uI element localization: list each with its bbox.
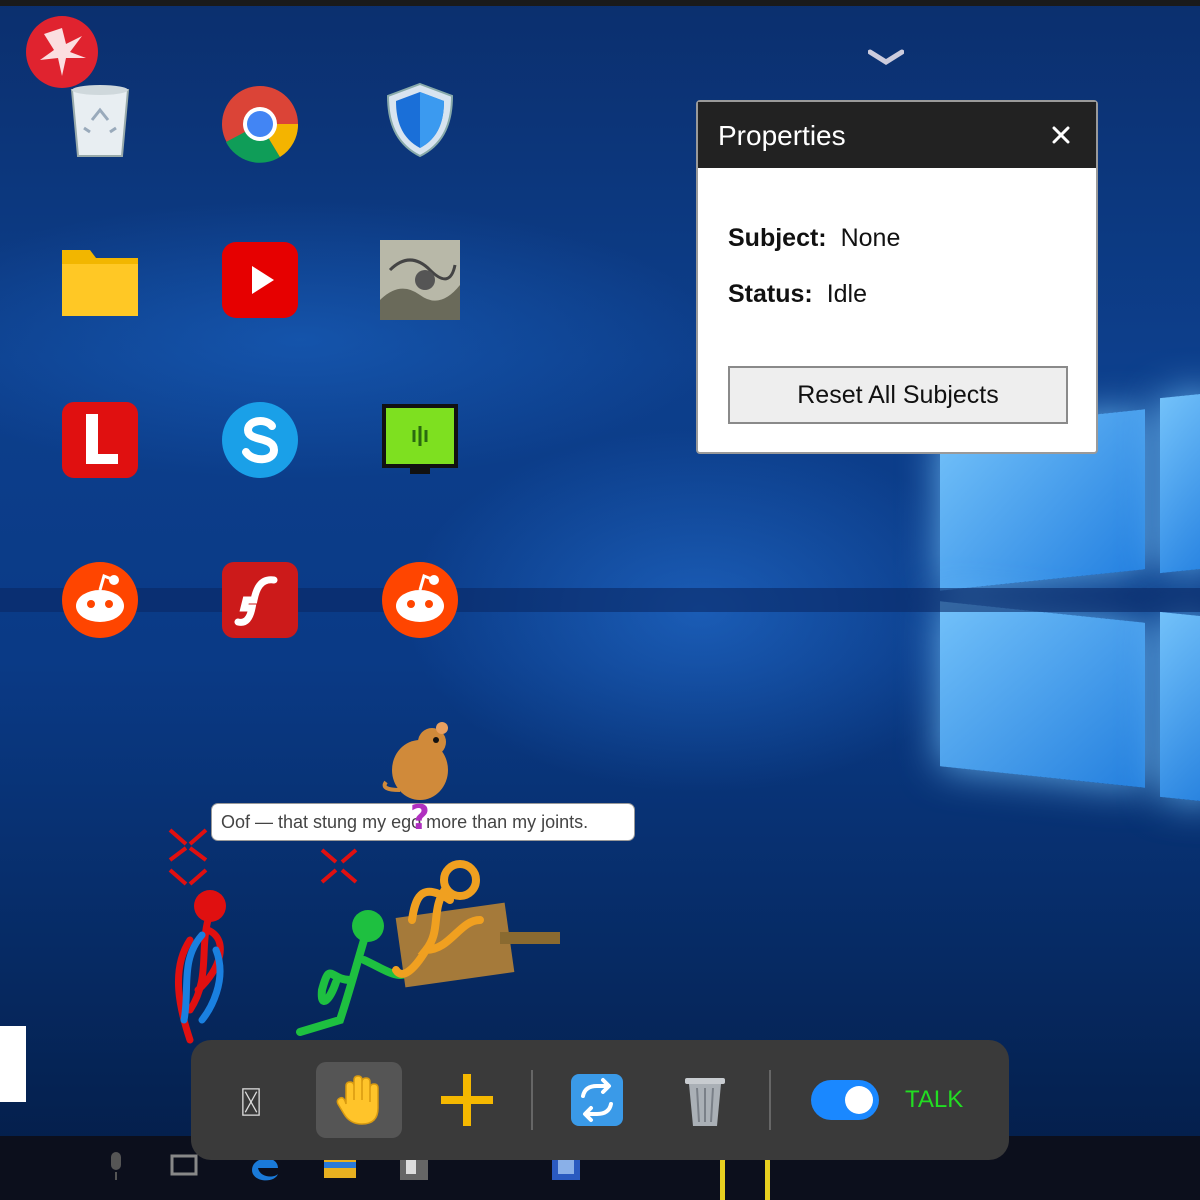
reset-button-label: Reset All Subjects bbox=[797, 380, 999, 409]
status-label: Status: bbox=[728, 280, 813, 308]
toolbar-divider bbox=[531, 1070, 533, 1130]
properties-panel: Properties Subject: None Status: Idle Re… bbox=[696, 100, 1098, 454]
add-button[interactable] bbox=[431, 1062, 503, 1138]
swap-button[interactable] bbox=[561, 1062, 633, 1138]
question-mark-icon: ? bbox=[410, 798, 430, 838]
bottom-toolbar: 〿 TALK bbox=[191, 1040, 1009, 1160]
flash-player-icon[interactable] bbox=[220, 560, 300, 640]
subject-label: Subject: bbox=[728, 224, 827, 252]
hamster-figure bbox=[382, 722, 448, 800]
delete-button[interactable] bbox=[669, 1062, 741, 1138]
desktop: Oof — that stung my ego more than my joi… bbox=[0, 0, 1200, 1200]
letter-l-app-icon[interactable] bbox=[60, 400, 140, 480]
recycle-bin-icon[interactable] bbox=[60, 80, 140, 160]
status-value: Idle bbox=[826, 280, 867, 308]
status-row: Status: Idle bbox=[728, 280, 867, 309]
photo-icon[interactable] bbox=[380, 240, 460, 320]
hand-tool-button[interactable] bbox=[316, 1062, 402, 1138]
hand-icon bbox=[336, 1075, 379, 1125]
close-button[interactable] bbox=[1044, 118, 1078, 152]
green-monitor-icon[interactable] bbox=[380, 400, 460, 480]
reset-all-subjects-button[interactable]: Reset All Subjects bbox=[728, 366, 1068, 424]
talk-label: TALK bbox=[905, 1086, 964, 1113]
windows-logo-pane bbox=[1160, 391, 1200, 574]
microphone-icon[interactable] bbox=[106, 1150, 126, 1189]
properties-header: Properties bbox=[698, 102, 1096, 168]
windows-logo-pane bbox=[1160, 611, 1200, 804]
reddit-icon[interactable] bbox=[60, 560, 140, 640]
properties-title: Properties bbox=[718, 120, 846, 151]
characters-scene bbox=[168, 722, 560, 1044]
talk-toggle[interactable] bbox=[811, 1080, 879, 1120]
toolbar-divider bbox=[769, 1070, 771, 1130]
skype-icon[interactable] bbox=[220, 400, 300, 480]
folder-icon[interactable] bbox=[60, 240, 140, 320]
logo-horizontal-beam bbox=[0, 588, 1200, 612]
red-app-badge-icon[interactable] bbox=[24, 14, 100, 90]
swap-icon bbox=[571, 1074, 623, 1126]
unknown-glyph-icon: 〿 bbox=[234, 1083, 268, 1124]
subject-row: Subject: None bbox=[728, 224, 900, 253]
toggle-knob bbox=[845, 1086, 873, 1114]
subject-value: None bbox=[840, 224, 901, 252]
close-icon bbox=[1052, 126, 1070, 144]
reddit-icon[interactable] bbox=[380, 560, 460, 640]
chevron-down-icon[interactable] bbox=[867, 48, 905, 73]
speech-bubble-text: Oof — that stung my ego more than my joi… bbox=[221, 811, 589, 832]
windows-logo-pane bbox=[940, 601, 1145, 788]
youtube-icon[interactable] bbox=[220, 240, 300, 320]
chrome-icon[interactable] bbox=[220, 84, 300, 164]
unknown-tool-button[interactable]: 〿 bbox=[227, 1062, 275, 1138]
security-shield-icon[interactable] bbox=[380, 80, 460, 160]
top-strip bbox=[0, 0, 1200, 6]
add-icon bbox=[441, 1074, 493, 1126]
offscreen-window-edge[interactable] bbox=[0, 1026, 26, 1102]
trash-icon bbox=[685, 1078, 725, 1126]
